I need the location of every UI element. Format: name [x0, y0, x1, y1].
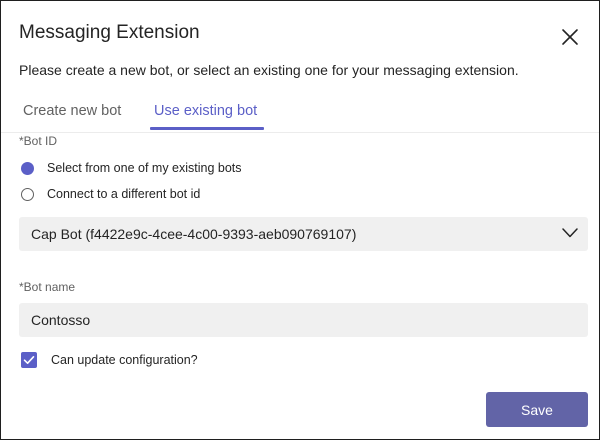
tab-create-new-bot[interactable]: Create new bot: [23, 103, 121, 119]
radio-different-bot-id[interactable]: Connect to a different bot id: [21, 186, 200, 202]
dialog-description: Please create a new bot, or select an ex…: [19, 62, 519, 78]
tab-use-existing-bot[interactable]: Use existing bot: [154, 103, 257, 119]
radio-button-checked[interactable]: [21, 161, 34, 175]
tab-bar: Create new bot Use existing bot: [1, 93, 599, 131]
can-update-configuration-row[interactable]: Can update configuration?: [21, 351, 198, 369]
tab-divider: [1, 132, 599, 133]
chevron-down-icon: [562, 228, 578, 238]
save-button[interactable]: Save: [486, 392, 588, 427]
selected-bot-value: Cap Bot (f4422e9c-4cee-4c00-9393-aeb0907…: [31, 226, 357, 242]
checkmark-icon: [23, 355, 35, 364]
can-update-configuration-checkbox[interactable]: [21, 352, 37, 368]
bot-name-input[interactable]: [19, 303, 588, 337]
bot-name-label: *Bot name: [19, 280, 76, 294]
radio-existing-bots[interactable]: Select from one of my existing bots: [21, 160, 242, 176]
radio-existing-bots-label: Select from one of my existing bots: [47, 161, 242, 175]
bot-id-label: *Bot ID: [19, 134, 58, 148]
can-update-configuration-label: Can update configuration?: [51, 353, 198, 367]
messaging-extension-dialog: Messaging Extension Please create a new …: [0, 0, 600, 440]
dialog-title: Messaging Extension: [19, 22, 200, 43]
radio-different-bot-id-label: Connect to a different bot id: [47, 187, 201, 201]
active-tab-indicator: [150, 127, 264, 130]
close-button[interactable]: [559, 26, 581, 48]
bot-select-dropdown[interactable]: Cap Bot (f4422e9c-4cee-4c00-9393-aeb0907…: [19, 217, 588, 251]
radio-button-unchecked[interactable]: [21, 187, 34, 201]
close-icon: [562, 29, 578, 45]
